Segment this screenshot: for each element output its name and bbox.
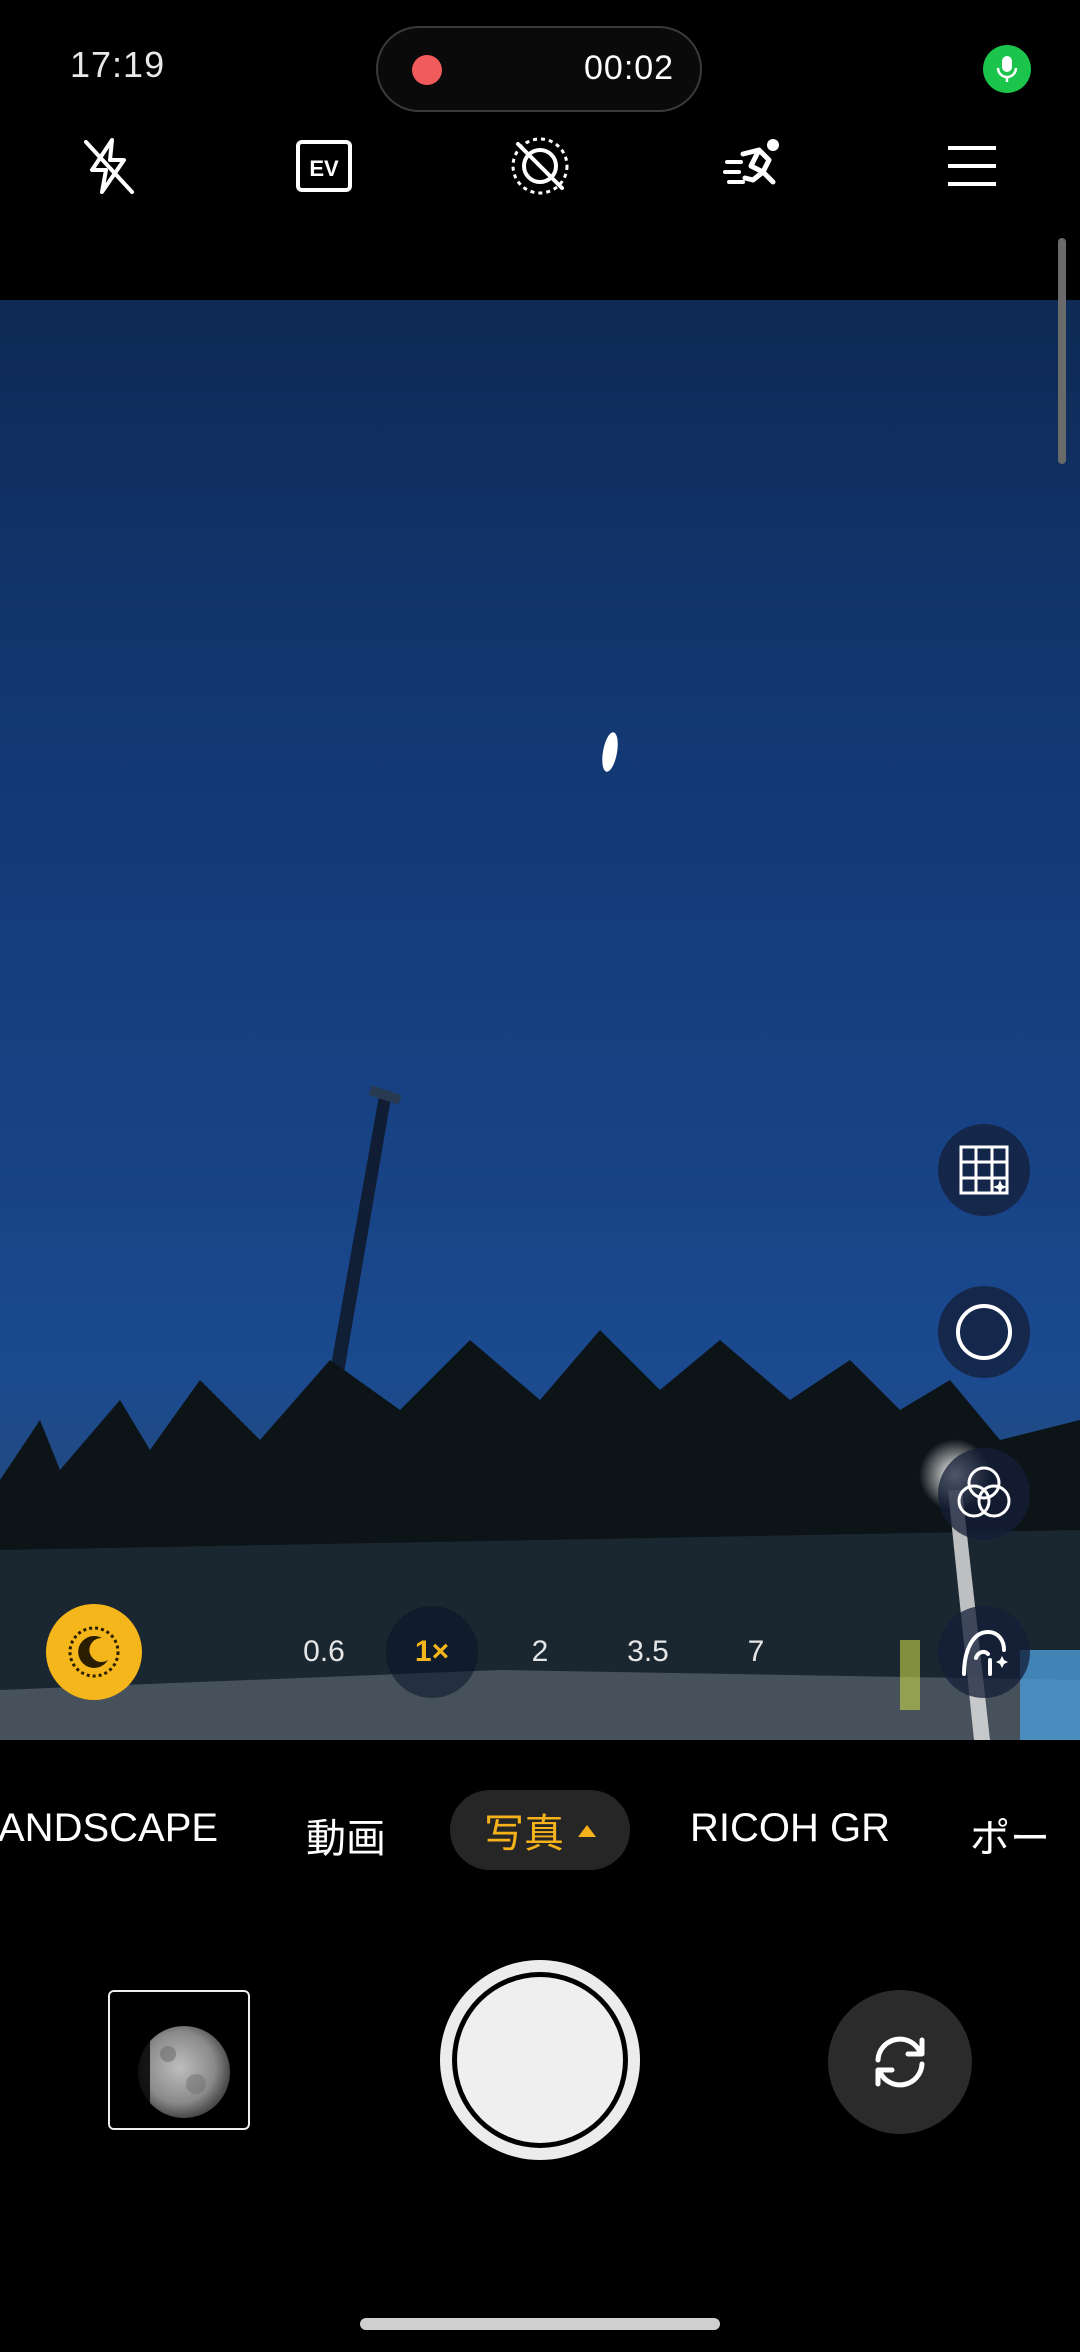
flip-camera-button[interactable]	[828, 1990, 972, 2134]
shutter-button[interactable]	[440, 1960, 640, 2160]
ev-icon[interactable]: EV	[286, 128, 362, 204]
mode-portrait[interactable]: ポー	[970, 1806, 1050, 1864]
shutter-core	[457, 1977, 623, 2143]
mode-video[interactable]: 動画	[306, 1806, 386, 1864]
zoom-option[interactable]: 2	[510, 1630, 570, 1674]
microphone-icon	[983, 45, 1031, 93]
gallery-thumbnail[interactable]	[108, 1990, 250, 2130]
shutter-gap	[452, 1972, 628, 2148]
shutter-style-icon[interactable]	[938, 1286, 1030, 1378]
zoom-option[interactable]: 0.6	[294, 1630, 354, 1674]
zoom-option-active[interactable]: 1×	[402, 1630, 462, 1674]
status-time: 17:19	[70, 44, 166, 85]
filters-icon[interactable]	[938, 1448, 1030, 1540]
recording-time: 00:02	[584, 49, 675, 87]
motion-photo-off-icon[interactable]	[502, 128, 578, 204]
recording-dot-icon	[412, 55, 442, 85]
zoom-option[interactable]: 3.5	[618, 1630, 678, 1674]
menu-icon[interactable]	[934, 128, 1010, 204]
action-mode-icon[interactable]	[718, 128, 794, 204]
camera-viewfinder[interactable]	[0, 300, 1080, 1740]
home-indicator[interactable]	[360, 2318, 720, 2330]
flash-off-icon[interactable]	[70, 128, 146, 204]
mode-ricoh-gr[interactable]: RICOH GR	[690, 1806, 890, 1851]
mode-landscape[interactable]: ANDSCAPE	[0, 1806, 218, 1851]
mode-photo-label: 写真	[484, 1812, 564, 1856]
grid-icon[interactable]	[938, 1124, 1030, 1216]
scrollbar[interactable]	[1058, 238, 1066, 464]
portrait-retouch-icon[interactable]	[938, 1606, 1030, 1698]
mode-photo[interactable]: 写真	[450, 1790, 630, 1870]
night-mode-button[interactable]	[46, 1604, 142, 1700]
moon-icon	[68, 1626, 120, 1678]
caret-up-icon	[578, 1825, 596, 1837]
ev-label: EV	[309, 156, 339, 181]
zoom-option[interactable]: 7	[726, 1630, 786, 1674]
flip-camera-icon	[875, 2036, 925, 2088]
